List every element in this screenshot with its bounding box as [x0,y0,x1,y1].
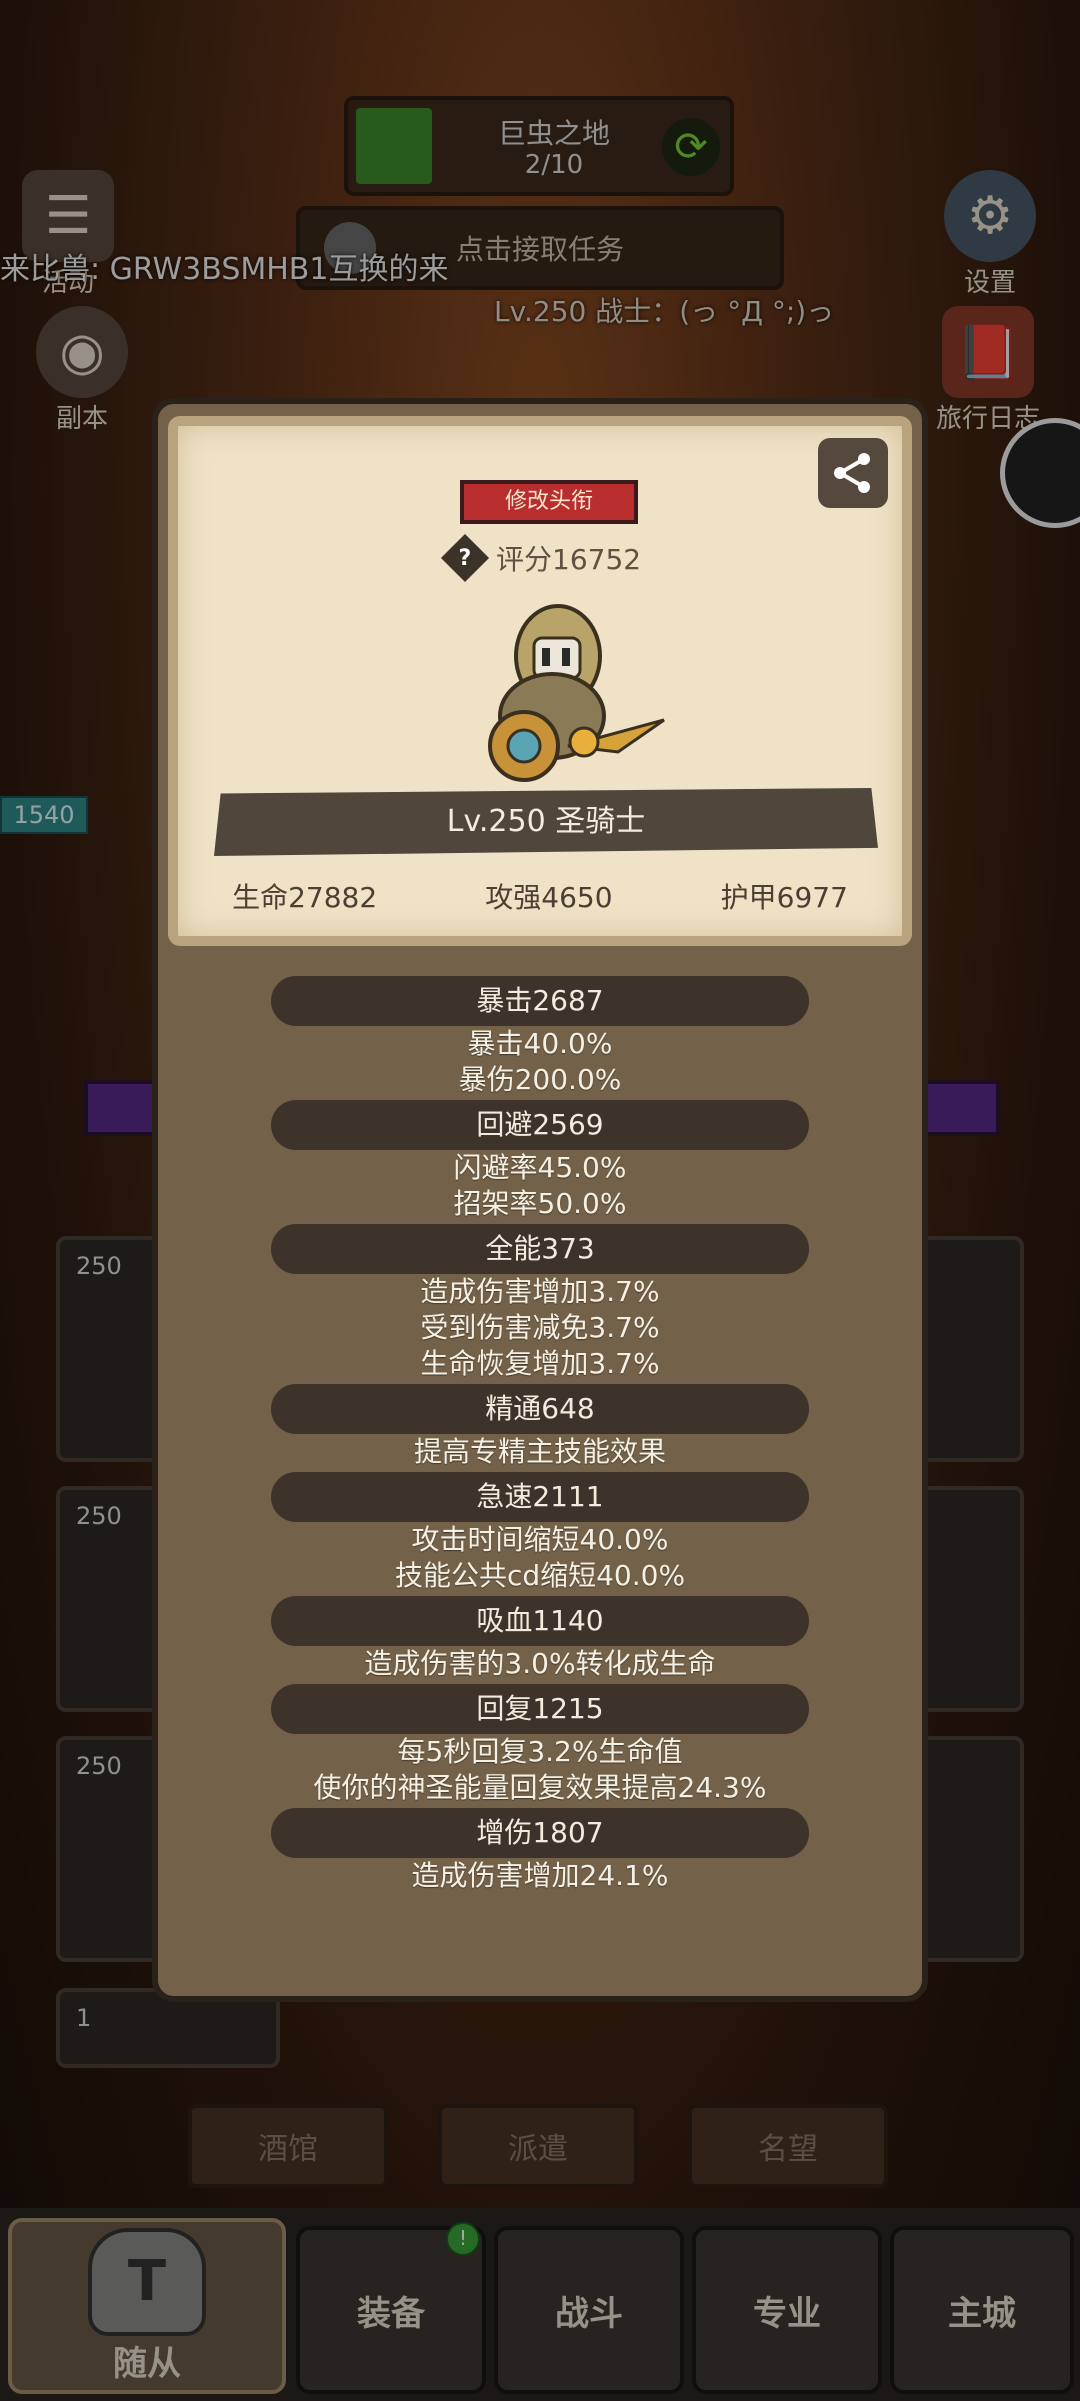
stat-header: 全能373 [271,1224,809,1274]
stat-header: 回避2569 [271,1100,809,1150]
stat-line: 技能公共cd缩短40.0% [394,1559,686,1592]
stat-details-list: 暴击2687 暴击40.0% 暴伤200.0% 回避2569 闪避率45.0% … [158,974,922,1894]
stat-line: 造成伤害增加3.7% [420,1275,660,1308]
stat-attack: 攻强4650 [485,881,613,914]
stat-group-haste: 急速2111 攻击时间缩短40.0% 技能公共cd缩短40.0% [158,1470,922,1594]
stat-group-mastery: 精通648 提高专精主技能效果 [158,1382,922,1470]
stat-header: 暴击2687 [271,976,809,1026]
stat-line: 提高专精主技能效果 [413,1435,666,1468]
help-icon[interactable]: ? [440,533,490,583]
stat-header: 增伤1807 [271,1808,809,1858]
score-row: ? 评分16752 [440,533,642,583]
stat-header: 急速2111 [271,1472,809,1522]
stat-line: 暴击40.0% [467,1027,613,1060]
stat-line: 受到伤害减免3.7% [420,1311,660,1344]
stat-line: 闪避率45.0% [453,1151,627,1184]
stat-group-avoid: 回避2569 闪避率45.0% 招架率50.0% [158,1098,922,1222]
hero-summary-card: 修改头衔 ? 评分16752 Lv.250 圣骑士 生命27882 攻强4650… [168,416,912,946]
stat-header: 精通648 [271,1384,809,1434]
stat-line: 使你的神圣能量回复效果提高24.3% [313,1771,767,1804]
stat-hp: 生命27882 [232,881,378,914]
stat-group-damage: 增伤1807 造成伤害增加24.1% [158,1806,922,1894]
stat-header: 回复1215 [271,1684,809,1734]
stat-line: 生命恢复增加3.7% [420,1347,660,1380]
base-stats-row: 生命27882 攻强4650 护甲6977 [178,876,902,916]
stat-group-regen: 回复1215 每5秒回复3.2%生命值 使你的神圣能量回复效果提高24.3% [158,1682,922,1806]
stat-header: 吸血1140 [271,1596,809,1646]
stat-line: 攻击时间缩短40.0% [411,1523,669,1556]
stat-line: 造成伤害增加24.1% [411,1859,669,1892]
stat-line: 造成伤害的3.0%转化成生命 [364,1647,716,1680]
hero-detail-panel: 修改头衔 ? 评分16752 Lv.250 圣骑士 生命27882 攻强4650… [152,398,928,2002]
share-icon[interactable] [818,438,888,508]
paladin-hero-image [488,604,665,782]
hero-score: 评分16752 [496,543,642,576]
stat-line: 招架率50.0% [453,1187,627,1220]
stat-group-leech: 吸血1140 造成伤害的3.0%转化成生命 [158,1594,922,1682]
stat-group-versatility: 全能373 造成伤害增加3.7% 受到伤害减免3.7% 生命恢复增加3.7% [158,1222,922,1382]
stat-armor: 护甲6977 [720,881,848,914]
stat-group-crit: 暴击2687 暴击40.0% 暴伤200.0% [158,974,922,1098]
stat-line: 每5秒回复3.2%生命值 [397,1735,683,1768]
stat-line: 暴伤200.0% [458,1063,622,1096]
hero-name-banner: Lv.250 圣骑士 [214,788,878,856]
change-title-button[interactable]: 修改头衔 [460,480,638,524]
